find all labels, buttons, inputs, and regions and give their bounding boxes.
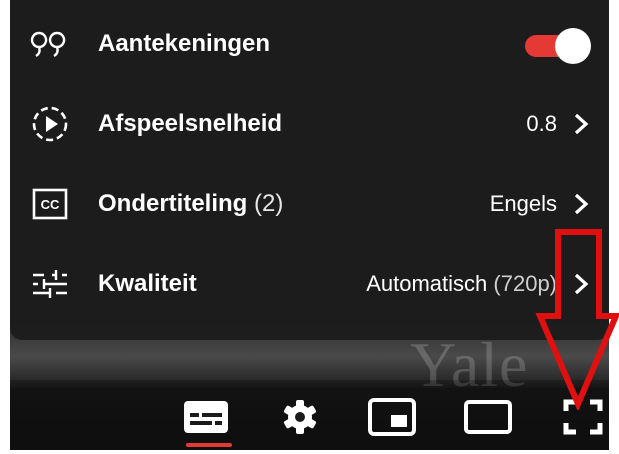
annotations-toggle[interactable] <box>521 28 591 64</box>
menu-item-value: 0.8 <box>526 111 557 136</box>
menu-item-label: Kwaliteit <box>98 270 197 297</box>
annotation-arrow <box>535 229 619 410</box>
settings-gear-icon[interactable] <box>274 395 326 439</box>
miniplayer-icon[interactable] <box>366 395 418 439</box>
subtitles-label: Ondertiteling <box>98 190 248 217</box>
subtitles-cc-icon: CC <box>30 184 70 224</box>
video-player-screenshot: Yale Aantekeningen Afspeelsnelheid 0.8 C… <box>0 0 619 454</box>
theater-mode-icon[interactable] <box>462 395 514 439</box>
subtitle-count: (2) <box>254 190 284 217</box>
svg-text:CC: CC <box>41 197 60 212</box>
page-edge <box>0 450 619 454</box>
subtitles-active-indicator <box>186 443 232 447</box>
menu-item-label: Aantekeningen <box>98 30 271 57</box>
menu-item-label: Afspeelsnelheid <box>98 110 283 137</box>
menu-item-playback-speed[interactable]: Afspeelsnelheid 0.8 <box>10 84 609 164</box>
quality-sliders-icon <box>30 264 70 304</box>
annotations-icon <box>30 24 70 64</box>
toggle-knob <box>555 28 591 64</box>
menu-item-annotations[interactable]: Aantekeningen <box>10 4 609 84</box>
chevron-right-icon <box>571 192 591 216</box>
quality-value: Automatisch <box>366 271 488 296</box>
menu-item-label: Ondertiteling (2) <box>98 190 283 218</box>
menu-item-value: Engels <box>489 191 557 216</box>
playback-speed-icon <box>30 104 70 144</box>
chevron-right-icon <box>571 112 591 136</box>
subtitles-icon[interactable] <box>180 395 232 439</box>
